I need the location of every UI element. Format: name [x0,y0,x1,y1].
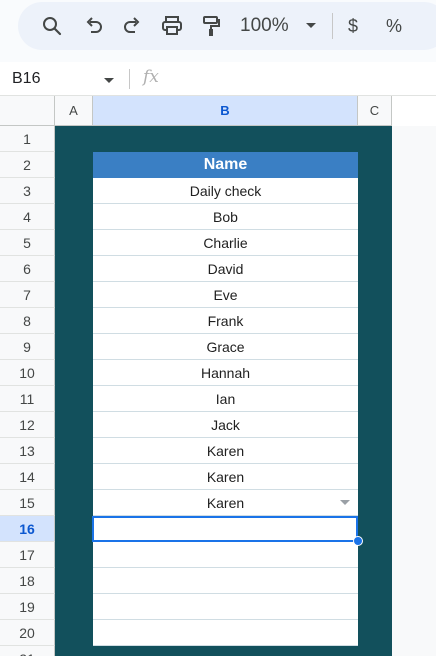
cell-text: Grace [206,338,245,355]
table-cell[interactable]: David [93,256,358,282]
cell-text: Ian [215,390,236,407]
row-header-3[interactable]: 3 [0,178,55,204]
currency-format-button[interactable]: $ [348,12,358,40]
formula-input[interactable] [176,68,426,90]
cell-text: Karen [206,494,245,511]
row-header-8[interactable]: 8 [0,308,55,334]
row-header-16[interactable]: 16 [0,516,55,542]
cell-text: Karen [206,442,245,459]
table-cell[interactable]: Hannah [93,360,358,386]
row-header-11[interactable]: 11 [0,386,55,412]
selected-cell-b16[interactable] [92,516,358,542]
table-cell[interactable] [93,542,358,568]
row-header-9[interactable]: 9 [0,334,55,360]
print-icon[interactable] [158,12,186,40]
cell-text: Daily check [189,182,262,199]
cell-text: Jack [211,416,240,433]
table-cell[interactable]: Grace [93,334,358,360]
row-header-10[interactable]: 10 [0,360,55,386]
cell-text: Charlie [203,234,248,251]
row-header-4[interactable]: 4 [0,204,55,230]
formula-bar: B16 fx [0,62,436,96]
row-header-17[interactable]: 17 [0,542,55,568]
chevron-down-icon[interactable] [300,12,322,40]
row-header-7[interactable]: 7 [0,282,55,308]
table-cell[interactable]: Charlie [93,230,358,256]
toolbar-divider [332,13,333,39]
table-cell[interactable] [93,594,358,620]
table-cell[interactable] [93,620,358,646]
column-c-area[interactable] [392,126,436,656]
row-header-15[interactable]: 15 [0,490,55,516]
row-header-13[interactable]: 13 [0,438,55,464]
search-icon[interactable] [38,12,66,40]
cell-text: Karen [206,468,245,485]
row-header-6[interactable]: 6 [0,256,55,282]
table-cell[interactable]: Daily check [93,178,358,204]
row-header-14[interactable]: 14 [0,464,55,490]
row-header-2[interactable]: 2 [0,152,55,178]
cell-reference: B16 [12,70,41,87]
redo-icon[interactable] [118,12,146,40]
paint-format-icon[interactable] [197,12,225,40]
undo-icon[interactable] [80,12,108,40]
table-cell[interactable]: Jack [93,412,358,438]
name-box-dropdown-icon[interactable] [103,72,115,90]
row-header-21[interactable]: 21 [0,646,55,656]
table-cell[interactable]: Ian [93,386,358,412]
cell-text: David [207,260,244,277]
column-header-a[interactable]: A [55,96,93,126]
currency-label: $ [348,15,359,36]
cell-text: Frank [207,312,244,329]
cell-text: Hannah [200,364,251,381]
row-header-5[interactable]: 5 [0,230,55,256]
percent-label: % [386,15,403,36]
name-box[interactable]: B16 [12,68,40,90]
row-header-12[interactable]: 12 [0,412,55,438]
table-cell[interactable]: Eve [93,282,358,308]
sheet-grid[interactable]: A B C 123456789101112131415161718192021 … [0,96,436,656]
row-header-18[interactable]: 18 [0,568,55,594]
zoom-select[interactable]: 100% [240,13,289,39]
formula-bar-divider [129,69,130,89]
toolbar: 100% $ % [0,0,436,62]
cell-text: Bob [213,208,238,225]
column-header-b[interactable]: B [93,96,358,126]
table-cell[interactable]: Karen [93,438,358,464]
table-cell[interactable]: Bob [93,204,358,230]
table-cell[interactable]: Karen [93,464,358,490]
select-all-corner[interactable] [0,96,55,126]
row-header-1[interactable]: 1 [0,126,55,152]
table-cell[interactable]: Karen [93,490,358,516]
zoom-value: 100% [240,15,289,36]
column-header-c[interactable]: C [358,96,392,126]
cell-text: Eve [213,286,238,303]
percent-format-button[interactable]: % [386,12,402,40]
fx-icon: fx [143,67,159,87]
row-header-19[interactable]: 19 [0,594,55,620]
table-cell[interactable] [93,568,358,594]
dropdown-arrow-icon[interactable] [340,500,350,505]
table-cell[interactable]: Frank [93,308,358,334]
table-header-cell[interactable]: Name [93,152,358,178]
fill-handle[interactable] [353,536,363,546]
row-header-20[interactable]: 20 [0,620,55,646]
